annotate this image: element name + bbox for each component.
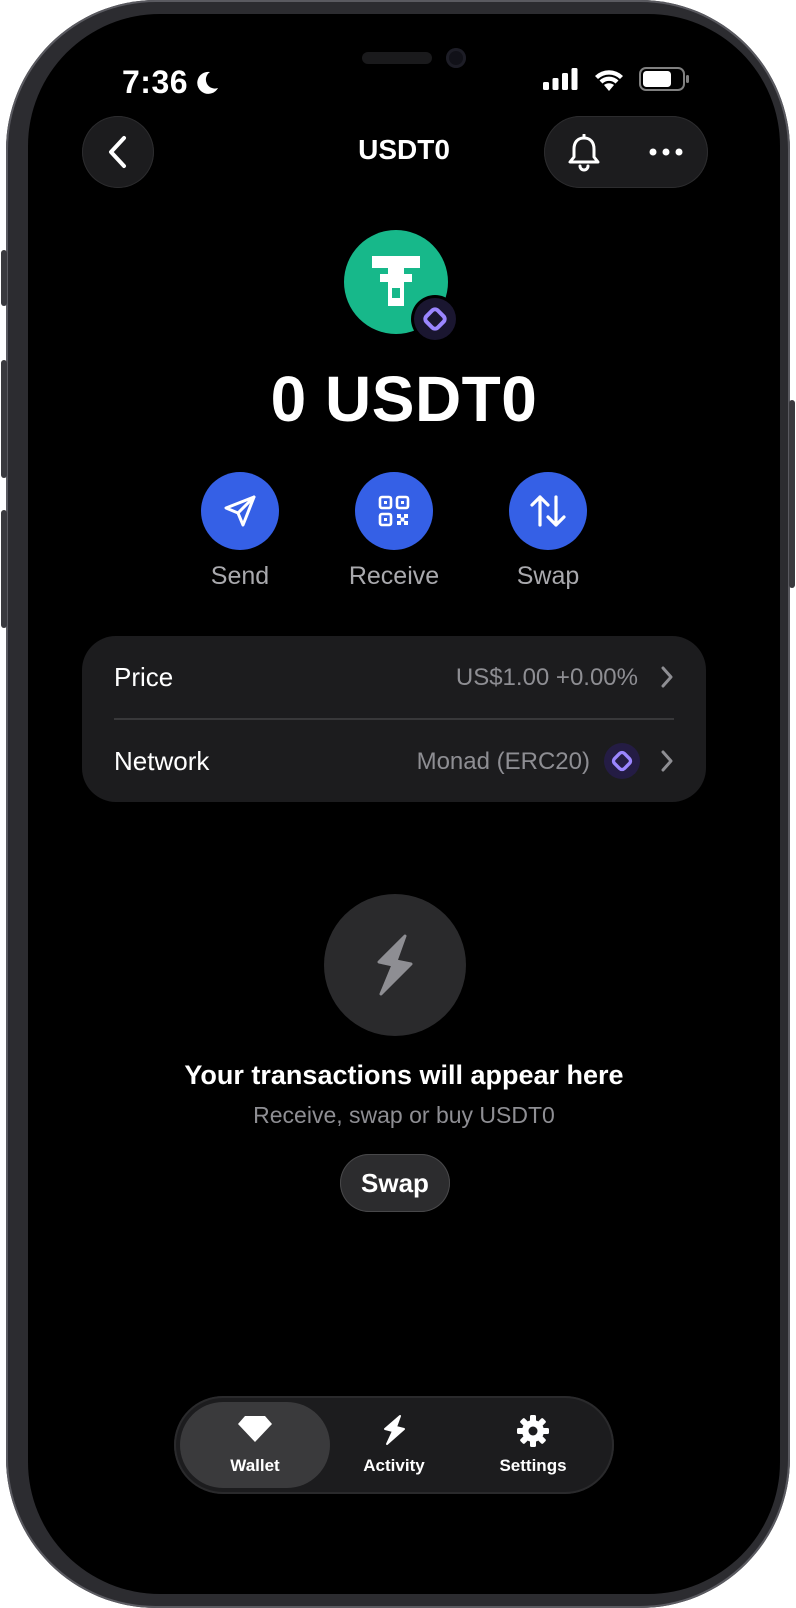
wifi-icon xyxy=(595,70,623,91)
token-info-card: Price US$1.00 +0.00% Network Monad (ERC2… xyxy=(82,636,706,802)
empty-state-title: Your transactions will appear here xyxy=(184,1060,624,1090)
back-button[interactable] xyxy=(82,116,154,188)
network-row[interactable]: Network Monad (ERC20) xyxy=(82,720,706,802)
speaker-slot xyxy=(362,52,432,64)
phone-frame: 7:36 USDT0 0 USDT0 Send Receive Swap Pri… xyxy=(1,0,795,1608)
token-balance: 0 USDT0 xyxy=(270,363,538,435)
send-label: Send xyxy=(210,562,270,590)
tab-wallet-label: Wallet xyxy=(230,1456,280,1475)
volume-down-button xyxy=(1,510,7,628)
front-camera xyxy=(446,48,466,68)
status-time: 7:36 xyxy=(122,64,189,100)
receive-label: Receive xyxy=(348,562,440,590)
status-time-group: 7:36 xyxy=(122,64,220,101)
app-screen: 7:36 USDT0 0 USDT0 Send Receive Swap Pri… xyxy=(28,14,780,1594)
monad-icon xyxy=(604,743,640,779)
swap-label: Swap xyxy=(516,562,580,590)
moon-icon xyxy=(197,71,219,94)
more-button[interactable] xyxy=(648,134,684,175)
price-label: Price xyxy=(114,662,174,692)
status-indicators xyxy=(543,67,691,91)
diamond-icon xyxy=(238,1416,272,1442)
battery-icon xyxy=(639,67,689,91)
tab-wallet[interactable]: Wallet xyxy=(180,1402,330,1488)
notifications-button[interactable] xyxy=(566,133,602,177)
tab-activity-label: Activity xyxy=(363,1456,425,1475)
tab-settings[interactable]: Settings xyxy=(458,1402,608,1488)
chevron-right-icon xyxy=(660,750,674,777)
empty-state-swap-button[interactable]: Swap xyxy=(340,1154,450,1212)
volume-up-button xyxy=(1,360,7,478)
paper-plane-icon xyxy=(224,495,256,527)
tab-activity[interactable]: Activity xyxy=(319,1402,469,1488)
bell-icon xyxy=(568,133,600,172)
swap-action-button[interactable]: Swap xyxy=(483,472,613,591)
page-title: USDT0 xyxy=(358,134,450,165)
lightning-icon xyxy=(384,1415,405,1445)
power-button xyxy=(789,400,795,588)
qr-code-icon xyxy=(378,495,410,527)
cellular-signal-icon xyxy=(543,68,578,90)
empty-state-subtitle: Receive, swap or buy USDT0 xyxy=(253,1102,555,1128)
chevron-left-icon xyxy=(109,136,126,168)
tab-bar: Wallet Activity Settings xyxy=(174,1396,614,1494)
send-button[interactable]: Send xyxy=(175,472,305,591)
network-label: Network xyxy=(114,746,210,776)
tab-settings-label: Settings xyxy=(499,1456,567,1475)
lightning-icon xyxy=(324,894,466,1036)
nav-actions-pill xyxy=(544,116,708,188)
ellipsis-icon xyxy=(649,148,683,156)
monad-icon xyxy=(414,298,456,340)
swap-arrows-icon xyxy=(530,495,566,527)
receive-button[interactable]: Receive xyxy=(329,472,459,591)
price-row[interactable]: Price US$1.00 +0.00% xyxy=(82,636,706,718)
chevron-right-icon xyxy=(660,666,674,693)
price-value: US$1.00 +0.00% xyxy=(455,664,638,691)
gear-icon xyxy=(517,1415,549,1447)
network-value: Monad (ERC20) xyxy=(416,748,590,775)
action-button xyxy=(1,250,7,306)
